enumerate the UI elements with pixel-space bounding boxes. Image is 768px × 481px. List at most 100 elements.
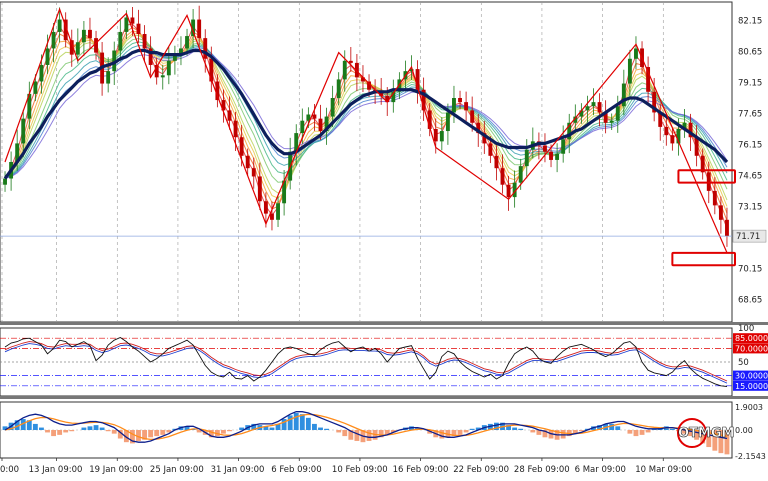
candle-body — [45, 48, 50, 65]
candle-body — [342, 60, 347, 80]
candle-body — [494, 155, 499, 169]
candle-body — [470, 110, 475, 123]
panel-frame — [0, 1, 733, 323]
macd-histogram-bar — [645, 430, 651, 433]
candle-body — [445, 112, 450, 132]
candle-body — [670, 135, 675, 144]
candle-body — [233, 120, 238, 138]
candle-body — [300, 120, 305, 134]
candle-body — [239, 137, 244, 156]
rsi-tick-label: 50 — [738, 358, 749, 368]
candle-body — [185, 36, 189, 49]
price-tick-label: 70.15 — [738, 264, 762, 274]
time-tick-label: 0:00 — [0, 465, 19, 475]
candle-body — [166, 60, 171, 76]
candle-body — [39, 64, 44, 82]
candle-body — [452, 98, 456, 113]
candle-body — [245, 155, 250, 169]
macd-histogram-bar — [633, 430, 639, 437]
candle-body — [75, 42, 80, 55]
macd-histogram-bar — [324, 428, 329, 430]
macd-histogram-bar — [669, 428, 675, 430]
macd-histogram-bar — [439, 430, 445, 439]
time-tick-label: 31 Jan 09:00 — [211, 465, 265, 475]
candle-body — [276, 203, 280, 220]
candle-body — [51, 31, 56, 49]
macd-histogram-bar — [45, 430, 50, 433]
time-tick-label: 16 Feb 09:00 — [393, 465, 449, 475]
macd-histogram-bar — [318, 427, 323, 430]
macd-histogram-bar — [69, 430, 75, 432]
candle-body — [88, 29, 92, 39]
candle-body — [160, 75, 165, 78]
candle-body — [664, 126, 669, 136]
candle-body — [263, 201, 268, 214]
rsi-tick-label: 15.0000 — [735, 382, 768, 391]
rsi-tick-label: 30.0000 — [735, 372, 768, 381]
time-tick-label: 22 Feb 09:00 — [453, 465, 509, 475]
candle-body — [118, 31, 123, 51]
time-tick-label: 28 Feb 09:00 — [514, 465, 570, 475]
macd-histogram-bar — [463, 430, 469, 433]
candle-body — [585, 106, 590, 111]
price-tick-label: 82.15 — [738, 17, 762, 27]
candle-body — [94, 38, 98, 53]
candle-body — [464, 102, 469, 111]
candle-body — [348, 60, 353, 63]
candle-body — [318, 118, 323, 132]
candle-body — [458, 98, 462, 103]
rsi-panel: 10085.000070.0000 50 30.000015.0000 — [0, 324, 768, 399]
macd-histogram-bar — [305, 417, 311, 430]
candle-body — [106, 71, 111, 84]
macd-tick-label: 0.00 — [735, 426, 753, 435]
candle-body — [555, 153, 560, 160]
candle-body — [524, 149, 529, 167]
candle-body — [270, 213, 274, 220]
candle-body — [543, 145, 547, 152]
macd-histogram-bar — [299, 414, 305, 430]
price-tick-label: 68.65 — [738, 295, 762, 305]
candle-body — [506, 184, 511, 198]
panel-separator — [0, 322, 768, 325]
candle-body — [197, 19, 202, 39]
candle-body — [3, 178, 7, 185]
macd-histogram-bar — [512, 427, 518, 430]
macd-histogram-bar — [366, 430, 372, 441]
candle-body — [130, 17, 135, 24]
candle-body — [439, 131, 444, 142]
candle-body — [718, 205, 723, 220]
macd-histogram-bar — [530, 430, 536, 433]
price-tick-label: 77.65 — [738, 109, 762, 119]
candle-body — [433, 128, 438, 142]
macd-tick-label: 1.9003 — [735, 403, 763, 412]
macd-histogram-bar — [615, 426, 621, 430]
candle-body — [251, 168, 256, 177]
candle-body — [57, 19, 62, 32]
macd-histogram-bar — [63, 430, 69, 433]
macd-histogram-bar — [105, 430, 111, 432]
price-tick-label: 76.15 — [738, 140, 762, 150]
macd-histogram-bar — [160, 430, 166, 435]
macd-histogram-bar — [342, 430, 348, 437]
candle-body — [518, 166, 523, 183]
candle-body — [336, 79, 341, 98]
candle-body — [591, 102, 596, 107]
macd-histogram-bar — [221, 430, 226, 434]
macd-histogram-bar — [518, 428, 524, 430]
macd-histogram-bar — [639, 430, 645, 435]
macd-histogram-bar — [469, 428, 475, 430]
candle-body — [609, 120, 614, 123]
macd-histogram-bar — [154, 430, 160, 437]
macd-histogram-bar — [287, 415, 293, 430]
macd-histogram-bar — [227, 430, 232, 432]
candle-body — [312, 114, 317, 119]
time-tick-label: 19 Jan 09:00 — [89, 465, 143, 475]
macd-histogram-bar — [148, 430, 154, 438]
candle-body — [203, 38, 208, 59]
macd-histogram-bar — [111, 430, 117, 434]
chart-root: 82.15 80.65 79.15 77.65 76.15 74.65 73.15 70.15… — [0, 0, 768, 481]
candle-body — [634, 48, 638, 59]
candle-body — [712, 190, 717, 206]
price-tick-label: 74.65 — [738, 171, 762, 181]
macd-histogram-bar — [293, 412, 299, 430]
